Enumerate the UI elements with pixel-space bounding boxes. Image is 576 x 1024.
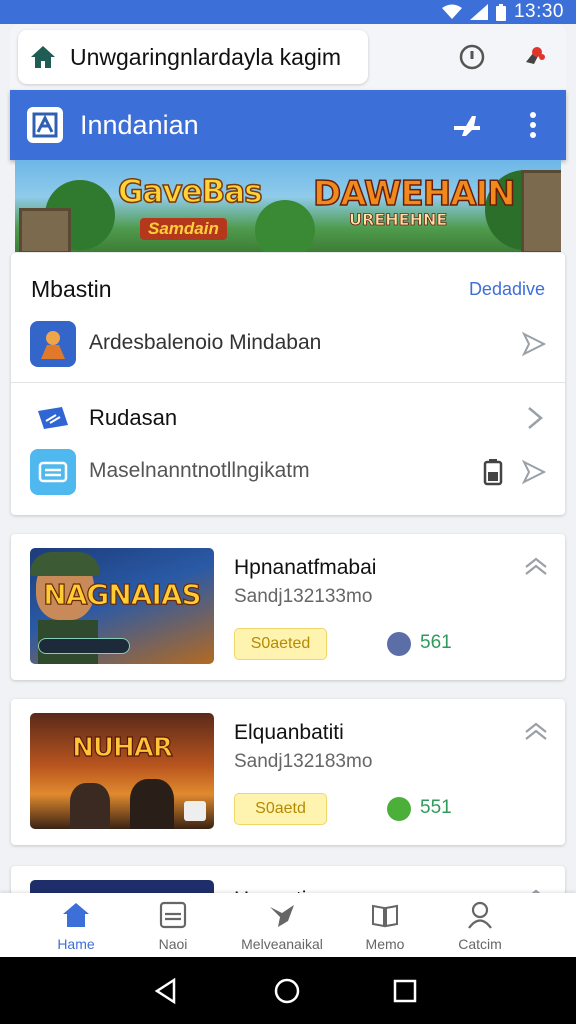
menu-item-label: Rudasan bbox=[89, 405, 178, 430]
ticket-icon bbox=[30, 395, 76, 441]
nav-item-news[interactable]: Naoi bbox=[121, 893, 225, 957]
banner-subtitle-left: Samdain bbox=[140, 218, 227, 240]
wifi-icon bbox=[441, 4, 462, 19]
banner-subtitle-right: UREHEHNE bbox=[349, 210, 448, 230]
app-logo bbox=[27, 107, 63, 143]
url-bar[interactable]: Unwgaringnlardayla kagim bbox=[18, 30, 368, 84]
book-icon bbox=[372, 904, 398, 928]
game-thumbnail-title: NUHAR bbox=[72, 732, 174, 763]
character-hat bbox=[30, 552, 100, 576]
status-icons: 13:30 bbox=[441, 1, 564, 23]
game-title: Elquanbatiti bbox=[234, 721, 344, 744]
menu-title: Mbastin bbox=[31, 276, 112, 302]
share-button[interactable] bbox=[450, 108, 484, 142]
game-subtitle: Sandj132183mo bbox=[234, 751, 373, 772]
nav-item-home[interactable]: Hame bbox=[24, 893, 128, 957]
back-icon[interactable] bbox=[152, 977, 180, 1005]
character-figure bbox=[130, 779, 174, 829]
nav-item-label: Naoi bbox=[158, 936, 188, 952]
logo-icon bbox=[32, 112, 58, 138]
banner-title-left: GaveBas bbox=[117, 173, 263, 211]
send-arrow-icon bbox=[521, 459, 547, 485]
signal-icon bbox=[469, 4, 488, 20]
game-card[interactable]: NUHAR Elquanbatiti Sandj132183mo S0aetd … bbox=[11, 699, 565, 845]
game-card[interactable]: NAGNAIAS Hpnanatfmabai Sandj132133mo S0a… bbox=[11, 534, 565, 680]
banner-ruin bbox=[521, 170, 561, 252]
menu-card: Mbastin Dedadive Ardesbalenoio Mindaban … bbox=[11, 253, 565, 515]
banner-title-right: DAWEHAIN bbox=[312, 173, 516, 215]
battery-icon bbox=[495, 3, 506, 21]
nav-item-account[interactable]: Catcim bbox=[428, 893, 532, 957]
chevron-up-icon[interactable] bbox=[523, 556, 549, 576]
system-nav-bar bbox=[0, 957, 576, 1024]
compass-icon bbox=[459, 44, 485, 70]
document-icon bbox=[159, 901, 187, 929]
status-bar: 13:30 bbox=[0, 0, 576, 24]
bird-icon bbox=[270, 905, 294, 927]
banner-tree bbox=[255, 200, 315, 252]
person-icon bbox=[468, 901, 492, 929]
game-avatar-icon bbox=[30, 321, 76, 367]
url-text[interactable]: Unwgaringnlardayla kagim bbox=[70, 44, 341, 71]
extension-button[interactable] bbox=[518, 40, 552, 74]
send-arrow-icon bbox=[521, 331, 547, 357]
menu-item[interactable]: Ardesbalenoio Mindaban bbox=[11, 314, 565, 374]
menu-item-label: Maselnanntnotllngikatm bbox=[89, 459, 310, 482]
recents-icon[interactable] bbox=[391, 977, 419, 1005]
nav-item-label: Melveanaikal bbox=[241, 936, 323, 952]
character-figure bbox=[70, 783, 110, 829]
game-score: 561 bbox=[420, 632, 452, 653]
home-circle-icon[interactable] bbox=[273, 977, 301, 1005]
game-thumbnail[interactable]: NAGNAIAS bbox=[30, 548, 214, 664]
game-thumbnail-title: NAGNAIAS bbox=[43, 577, 203, 611]
home-icon bbox=[63, 903, 89, 927]
menu-link[interactable]: Dedadive bbox=[469, 279, 545, 300]
menu-item[interactable]: Rudasan bbox=[11, 388, 565, 448]
status-time: 13:30 bbox=[513, 1, 564, 22]
thumbnail-pill bbox=[38, 638, 130, 654]
menu-item-label: Ardesbalenoio Mindaban bbox=[89, 331, 322, 354]
game-title: Hpnanatfmabai bbox=[234, 556, 377, 579]
game-subtitle: Sandj132133mo bbox=[234, 586, 373, 607]
status-badge: S0aeted bbox=[234, 628, 327, 660]
nav-item-label: Catcim bbox=[458, 936, 502, 952]
score-icon bbox=[387, 632, 411, 656]
chevron-up-icon[interactable] bbox=[523, 721, 549, 741]
chevron-right-icon bbox=[528, 407, 543, 429]
app-bar: Inndanian bbox=[10, 90, 566, 160]
game-score: 551 bbox=[420, 797, 452, 818]
menu-item[interactable]: Maselnanntnotllngikatm bbox=[11, 442, 565, 502]
battery-icon bbox=[483, 459, 503, 486]
more-options-button[interactable] bbox=[516, 108, 550, 142]
nav-item-label: Memo bbox=[365, 936, 405, 952]
card-icon bbox=[30, 449, 76, 495]
nav-item-messages[interactable]: Melveanaikal bbox=[230, 893, 334, 957]
banner-ruin bbox=[19, 208, 71, 252]
score-icon bbox=[387, 797, 411, 821]
game-thumbnail[interactable]: NUHAR bbox=[30, 713, 214, 829]
thumbnail-badge bbox=[184, 801, 206, 821]
nav-item-memo[interactable]: Memo bbox=[333, 893, 437, 957]
compass-button[interactable] bbox=[455, 40, 489, 74]
menu-divider bbox=[11, 382, 565, 383]
plane-icon bbox=[454, 116, 480, 136]
browser-toolbar: Unwgaringnlardayla kagim bbox=[10, 24, 566, 90]
more-vert-icon bbox=[530, 112, 536, 138]
extension-icon bbox=[526, 47, 545, 64]
app-title: Inndanian bbox=[80, 110, 199, 140]
nav-item-label: Hame bbox=[57, 936, 95, 952]
bottom-nav: Hame Naoi Melveanaikal Memo Catcim bbox=[0, 893, 576, 957]
promo-banner[interactable]: GaveBas Samdain DAWEHAIN UREHEHNE bbox=[15, 160, 561, 252]
home-icon[interactable] bbox=[30, 45, 56, 69]
status-badge: S0aetd bbox=[234, 793, 327, 825]
